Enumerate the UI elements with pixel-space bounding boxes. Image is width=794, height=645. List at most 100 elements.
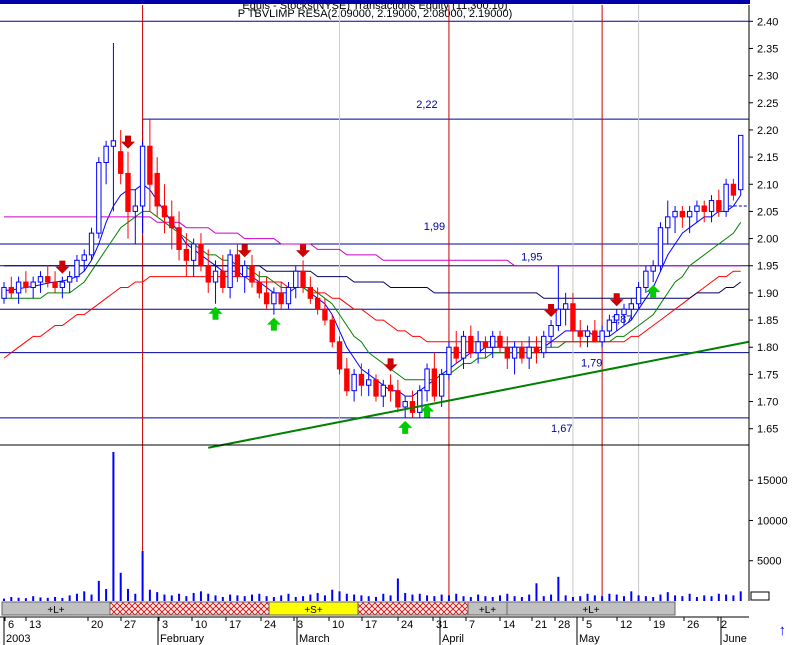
candle-body [88,232,95,256]
candle-body [278,292,284,305]
segment-bar: +L+ +S+ +L+ +L+ [1,601,676,616]
x-tick-label: 5 [586,619,592,631]
candle-body [387,384,394,392]
x-tick-label: 12 [620,619,632,631]
month-label: 2003 [6,633,30,645]
candle-body [431,368,438,397]
price-tick-label: 2.20 [757,125,778,137]
price-tick-label: 2.00 [757,234,778,246]
candle-body [665,216,671,229]
candle-body [205,265,211,283]
x-tick-label: 6 [8,619,14,631]
x-tick-label: 26 [687,619,699,631]
candle-body [190,243,197,261]
price-volume-chart: 2,221,991,951,871,791,67 2.402.352.302.2… [0,0,788,645]
candle-body [366,379,372,386]
x-tick-label: 24 [401,619,413,631]
x-tick-label: 3 [162,619,168,631]
month-label: June [723,633,747,645]
candle-body [103,145,109,164]
level-label: 1,79 [581,358,602,370]
segment-label: +L+ [47,605,64,616]
candle-body [300,270,306,288]
price-tick-label: 2.35 [757,43,778,55]
candle-body [548,324,554,337]
price-tick-label: 1.95 [757,261,778,273]
sell-signal-arrow-icon [55,260,70,274]
candle-body [37,276,44,283]
candle-body [562,303,569,310]
x-tick-label: 2 [721,619,727,631]
sell-signal-arrow-icon [296,244,311,258]
x-tick-label: 31 [436,619,448,631]
price-tick-label: 1.75 [757,369,778,381]
x-tick-label: 17 [229,619,241,631]
price-tick-label: 2.10 [757,179,778,191]
candle-body [154,172,160,207]
candle-body [635,286,642,305]
candle-body [584,330,591,337]
candle-body [577,330,583,337]
candle-body [460,335,467,359]
candle-body [606,319,613,332]
price-tick-label: 2.25 [757,98,778,110]
price-tick-label: 2.05 [757,206,778,218]
month-label: April [442,633,464,645]
candle-body [30,281,36,288]
level-lines: 2,221,991,951,871,791,67 [0,20,749,435]
candle-body [15,281,22,294]
price-tick-label: 2.40 [757,16,778,28]
candle-body [351,373,357,392]
window-top-bar [0,0,750,4]
candle-body [708,200,715,212]
x-tick-label: 17 [365,619,377,631]
candle-body [482,341,489,348]
candle-body [74,259,80,278]
x-tick-label: 21 [535,619,547,631]
candle-body [570,303,576,332]
candle-body [307,286,314,299]
candle-body [373,379,379,397]
segment-block [357,601,469,616]
month-label: February [160,633,205,645]
vertical-markers [142,5,640,601]
buy-signal-arrow-icon [398,420,413,434]
candle-body [96,162,102,234]
scroll-up-arrow-icon[interactable]: ↑ [779,622,787,639]
candle-body [438,373,445,397]
month-label: March [299,633,330,645]
candle-body [468,335,474,354]
candle-body [497,335,503,348]
candle-body [672,210,678,218]
candle-body [271,292,277,305]
candle-body [475,341,481,354]
level-label: 1,99 [424,221,445,233]
x-tick-label: 3 [297,619,303,631]
candle-body [176,227,182,250]
candle-body [110,140,117,147]
candle-body [234,254,241,278]
moving-average-line [4,265,742,299]
level-label: 1,95 [521,252,542,264]
level-label: 2,22 [416,99,437,111]
sell-signal-arrow-icon [609,293,624,307]
axis-box-icon [750,591,770,601]
x-tick-label: 13 [29,619,41,631]
candle-body [242,265,248,278]
volume-tick-label: 5000 [757,556,781,568]
candle-body [220,270,226,288]
candle-body [169,216,175,229]
candle-body [23,281,29,288]
candle-body [621,308,627,316]
x-axis: 6 13 20 27 3 10 17 24 3 10 17 24 31 7 14 21 28 5 12 19 26 2 20… [0,616,749,645]
candle-body [336,341,343,370]
candle-body [198,243,204,267]
candle-body [125,172,131,212]
candle-body [1,286,7,299]
candle-body [249,265,255,283]
segment-block [109,601,270,616]
candle-body [344,368,350,392]
segment-label: +L+ [479,605,496,616]
candle-body [686,210,693,218]
sell-signal-arrow-icon [121,135,135,149]
